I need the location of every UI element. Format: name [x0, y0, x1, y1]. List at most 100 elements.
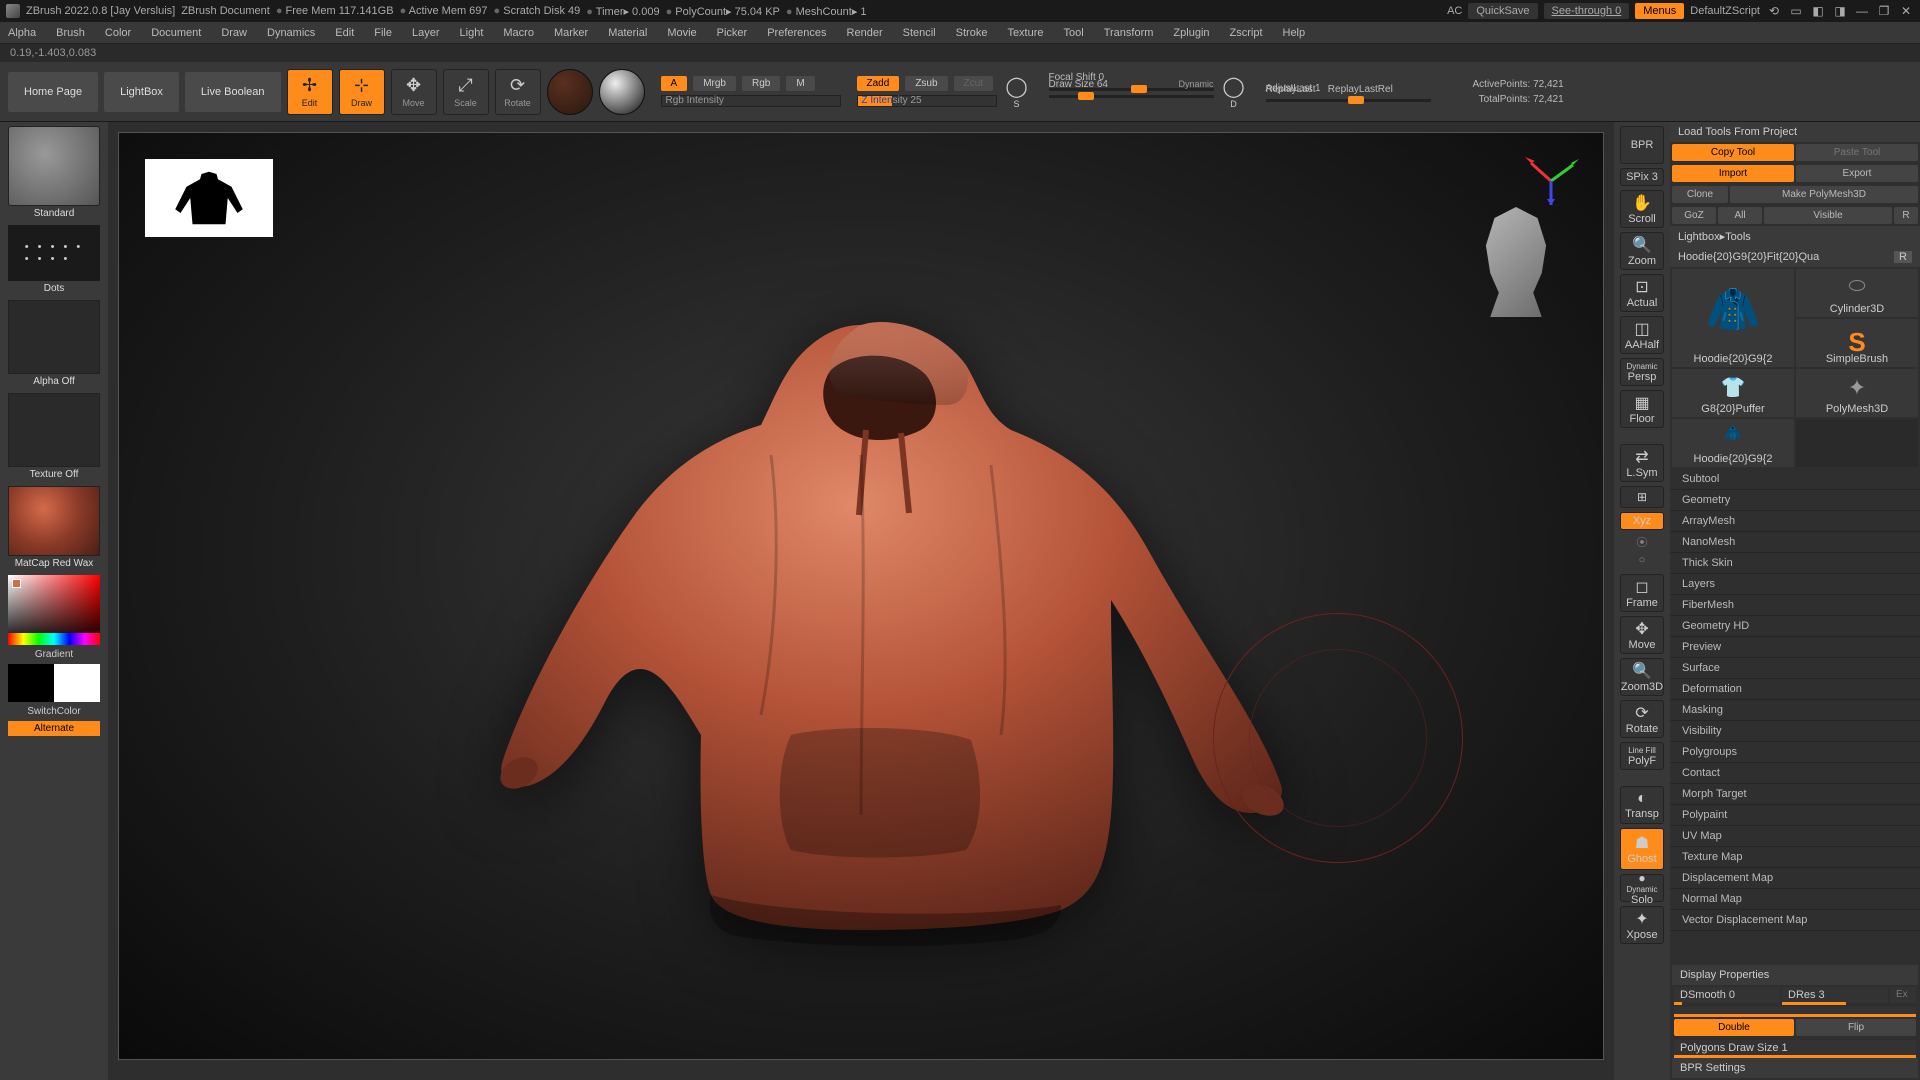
section-geometry[interactable]: Geometry — [1670, 490, 1920, 511]
color-picker[interactable] — [8, 575, 100, 645]
dsmooth-slider[interactable]: DSmooth 0 — [1674, 987, 1780, 1003]
zadd-chip[interactable]: Zadd — [857, 76, 900, 91]
menu-color[interactable]: Color — [105, 27, 131, 39]
zoom-button[interactable]: 🔍Zoom — [1620, 232, 1664, 270]
default-zscript[interactable]: DefaultZScript — [1690, 5, 1760, 17]
aahalf-button[interactable]: ◫AAHalf — [1620, 316, 1664, 354]
section-layers[interactable]: Layers — [1670, 574, 1920, 595]
zsub-chip[interactable]: Zsub — [905, 76, 947, 91]
menu-movie[interactable]: Movie — [667, 27, 696, 39]
draw-mode[interactable]: ⊹Draw — [339, 69, 385, 115]
prev-layout-icon[interactable]: ◧ — [1810, 4, 1826, 18]
swatch-white[interactable] — [54, 664, 100, 702]
persp-button[interactable]: DynamicPersp — [1620, 358, 1664, 386]
stroke-thumb[interactable]: • • • • •• • • • — [8, 225, 100, 281]
polyf-button[interactable]: Line FillPolyF — [1620, 742, 1664, 770]
brush-thumb[interactable] — [8, 126, 100, 206]
draw-size-slider[interactable]: Draw Size 64Dynamic — [1049, 95, 1214, 98]
section-morphtarget[interactable]: Morph Target — [1670, 784, 1920, 805]
section-subtool[interactable]: Subtool — [1670, 469, 1920, 490]
menu-tool[interactable]: Tool — [1064, 27, 1084, 39]
spix-slider[interactable]: SPix 3 — [1620, 168, 1664, 186]
display-properties[interactable]: Display Properties — [1672, 965, 1918, 985]
display-slider[interactable] — [1674, 1007, 1916, 1015]
rotate-mode[interactable]: ⟳Rotate — [495, 69, 541, 115]
tool-polymesh[interactable]: ✦PolyMesh3D — [1796, 369, 1918, 417]
switchcolor-button[interactable]: SwitchColor — [8, 704, 100, 719]
d-icon[interactable]: ◯D — [1220, 72, 1248, 112]
color-swatches[interactable] — [8, 664, 100, 702]
polydrawsize-slider[interactable]: Polygons Draw Size 1 — [1674, 1040, 1916, 1056]
a-chip[interactable]: A — [661, 76, 688, 91]
bpr-settings[interactable]: BPR Settings — [1672, 1058, 1918, 1078]
frame-button[interactable]: ◻Frame — [1620, 574, 1664, 612]
menu-picker[interactable]: Picker — [717, 27, 748, 39]
menu-zplugin[interactable]: Zplugin — [1173, 27, 1209, 39]
section-masking[interactable]: Masking — [1670, 700, 1920, 721]
r2-button[interactable]: R — [1894, 251, 1912, 263]
menu-macro[interactable]: Macro — [503, 27, 534, 39]
xpose-button[interactable]: ✦Xpose — [1620, 906, 1664, 944]
zcut-chip[interactable]: Zcut — [954, 76, 993, 91]
lightbox-tools[interactable]: Lightbox▸Tools — [1670, 226, 1920, 247]
rgb-chip[interactable]: Rgb — [742, 76, 780, 91]
section-polypaint[interactable]: Polypaint — [1670, 805, 1920, 826]
menu-layer[interactable]: Layer — [412, 27, 440, 39]
transp-button[interactable]: ◐Transp — [1620, 786, 1664, 824]
menu-material[interactable]: Material — [608, 27, 647, 39]
menu-alpha[interactable]: Alpha — [8, 27, 36, 39]
menu-dynamics[interactable]: Dynamics — [267, 27, 315, 39]
liveboolean-button[interactable]: Live Boolean — [185, 72, 281, 112]
current-tool[interactable]: Hoodie{20}G9{20}Fit{20}Qua R — [1670, 247, 1920, 267]
restore-icon[interactable]: ❐ — [1876, 4, 1892, 18]
makepoly-button[interactable]: Make PolyMesh3D — [1730, 186, 1918, 203]
tool-puffer[interactable]: 👕G8{20}Puffer — [1672, 369, 1794, 417]
ex-button[interactable]: Ex — [1890, 987, 1916, 1003]
section-fibermesh[interactable]: FiberMesh — [1670, 595, 1920, 616]
move3d-button[interactable]: ✥Move — [1620, 616, 1664, 654]
section-preview[interactable]: Preview — [1670, 637, 1920, 658]
tool-hoodie2[interactable]: 🧥Hoodie{20}G9{2 — [1672, 419, 1794, 467]
menu-stencil[interactable]: Stencil — [903, 27, 936, 39]
close-icon[interactable]: ✕ — [1898, 4, 1914, 18]
section-geometryhd[interactable]: Geometry HD — [1670, 616, 1920, 637]
all-button[interactable]: All — [1718, 207, 1762, 224]
export-button[interactable]: Export — [1796, 165, 1918, 182]
sculptris-icon[interactable] — [547, 69, 593, 115]
rotate3d-button[interactable]: ⟳Rotate — [1620, 700, 1664, 738]
section-displacement[interactable]: Displacement Map — [1670, 868, 1920, 889]
edit-mode[interactable]: ✢Edit — [287, 69, 333, 115]
menus-button[interactable]: Menus — [1635, 3, 1684, 19]
axis-gizmo[interactable] — [1523, 153, 1579, 212]
camview-button[interactable]: ⊞ — [1620, 486, 1664, 508]
reset-layout-icon[interactable]: ⟲ — [1766, 4, 1782, 18]
material-thumb[interactable] — [8, 486, 100, 556]
viewport[interactable] — [118, 132, 1604, 1060]
section-polygroups[interactable]: Polygroups — [1670, 742, 1920, 763]
alternate-button[interactable]: Alternate — [8, 721, 100, 736]
section-contact[interactable]: Contact — [1670, 763, 1920, 784]
solo-button[interactable]: ●DynamicSolo — [1620, 874, 1664, 902]
section-arraymesh[interactable]: ArrayMesh — [1670, 511, 1920, 532]
section-nanomesh[interactable]: NanoMesh — [1670, 532, 1920, 553]
visible-button[interactable]: Visible — [1764, 207, 1892, 224]
bpr-button[interactable]: BPR — [1620, 126, 1664, 164]
r-button[interactable]: R — [1894, 207, 1918, 224]
section-vectordisp[interactable]: Vector Displacement Map — [1670, 910, 1920, 931]
m-chip[interactable]: M — [786, 76, 814, 91]
goz-button[interactable]: GoZ — [1672, 207, 1716, 224]
floor-button[interactable]: ▦Floor — [1620, 390, 1664, 428]
scroll-button[interactable]: ✋Scroll — [1620, 190, 1664, 228]
menu-stroke[interactable]: Stroke — [956, 27, 988, 39]
menu-brush[interactable]: Brush — [56, 27, 85, 39]
s-icon[interactable]: ◯S — [1003, 72, 1031, 112]
menu-texture[interactable]: Texture — [1007, 27, 1043, 39]
home-button[interactable]: Home Page — [8, 72, 98, 112]
lsym-button[interactable]: ⇄L.Sym — [1620, 444, 1664, 482]
tool-simplebrush[interactable]: SSimpleBrush — [1796, 319, 1918, 367]
menu-zscript[interactable]: Zscript — [1230, 27, 1263, 39]
hoodie-mesh[interactable] — [411, 255, 1311, 975]
menu-render[interactable]: Render — [847, 27, 883, 39]
section-surface[interactable]: Surface — [1670, 658, 1920, 679]
tool-cylinder[interactable]: ⬭Cylinder3D — [1796, 269, 1918, 317]
